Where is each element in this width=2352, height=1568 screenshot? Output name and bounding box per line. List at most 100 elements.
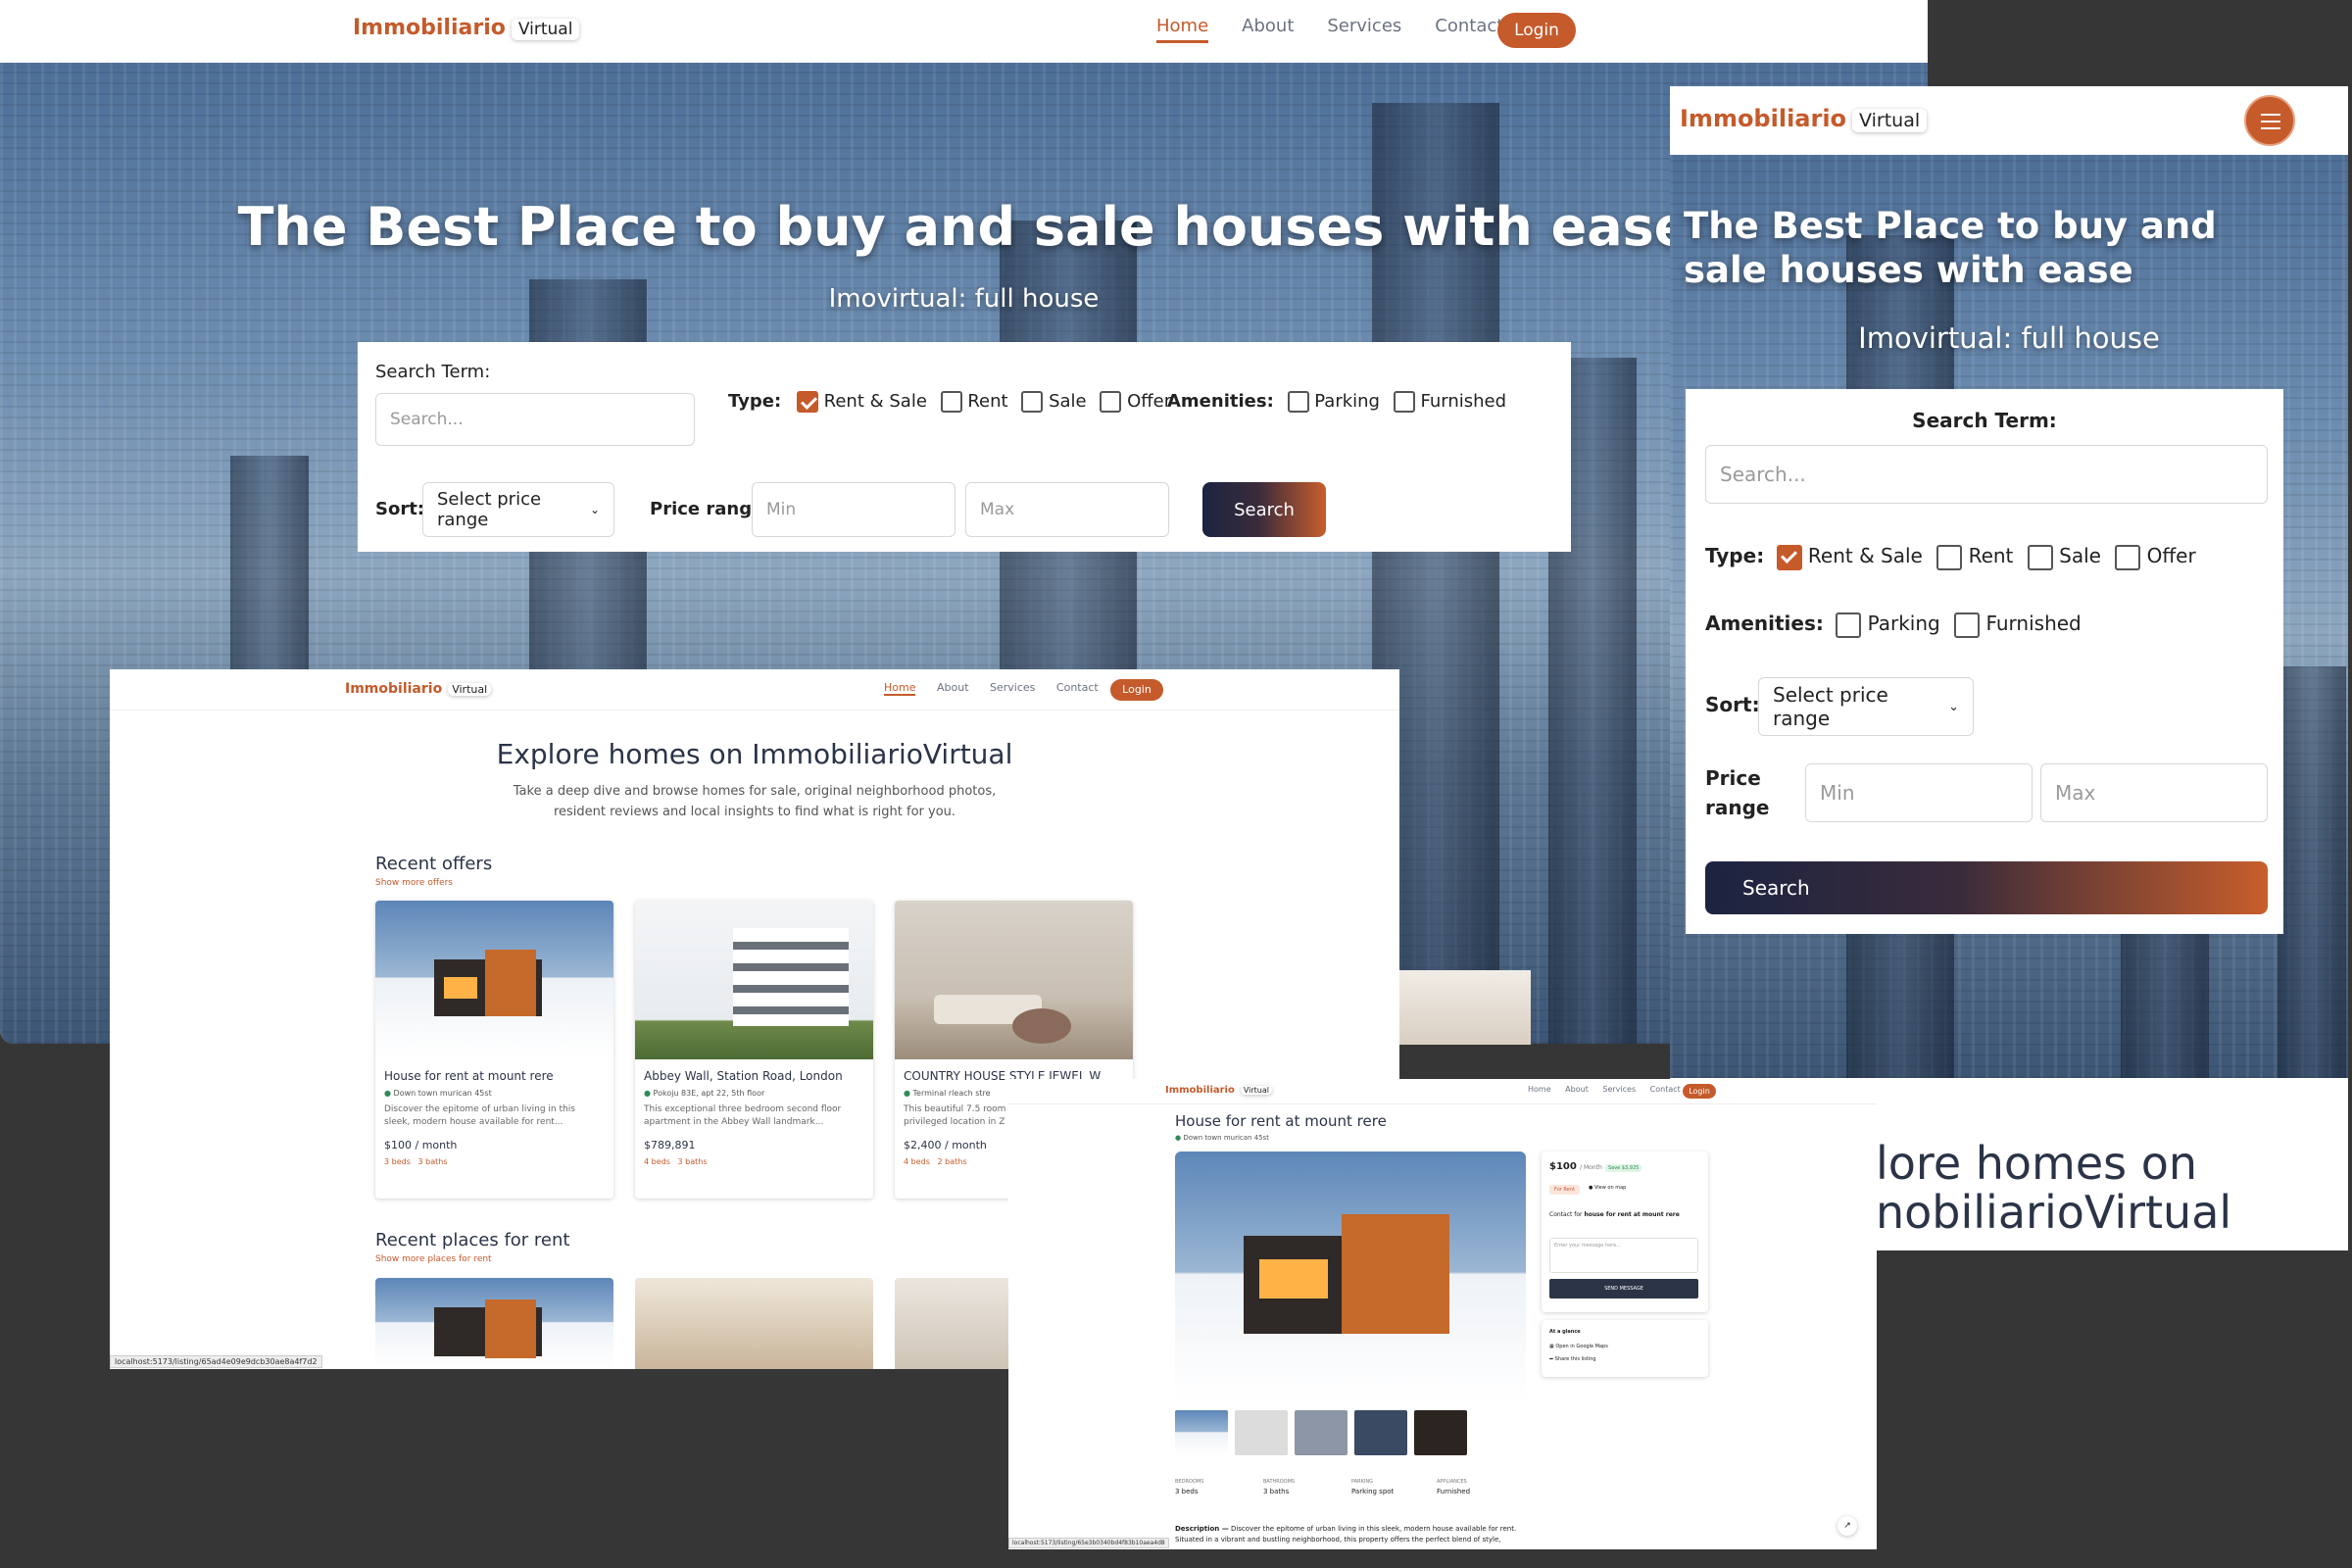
explore-description: Take a deep dive and browse homes for sa… (513, 784, 997, 819)
share-icon: ↗ (1843, 1521, 1851, 1531)
nav-links: Home About Services Contact (1528, 1085, 1681, 1094)
listing-location: ● Pokoju 83E, apt 22, 5th floor (644, 1089, 765, 1098)
gallery-thumbnail[interactable] (1235, 1410, 1288, 1455)
checkbox-offer[interactable] (1100, 391, 1122, 413)
gallery-thumbnail[interactable] (1295, 1410, 1348, 1455)
nav-about[interactable]: About (937, 681, 969, 694)
detail-navbar: Immobiliario Virtual Home About Services … (1008, 1079, 1877, 1104)
send-message-button[interactable]: SEND MESSAGE (1549, 1279, 1698, 1298)
sort-select[interactable]: Select price range ⌄ (1758, 677, 1974, 736)
nav-contact[interactable]: Contact (1650, 1085, 1681, 1094)
checkbox-offer[interactable] (2115, 544, 2141, 570)
amenities-filter: Amenities: Parking Furnished (1167, 391, 1507, 413)
listing-features: 4 beds 3 baths (644, 1157, 708, 1166)
listing-location: ● Down town murican 45st (384, 1089, 492, 1098)
search-input[interactable]: Search... (1705, 445, 2268, 504)
listing-image[interactable] (375, 1278, 613, 1369)
min-price-input[interactable]: Min (1805, 763, 2033, 822)
location-pin-icon: ● (644, 1089, 651, 1098)
detail-title: House for rent at mount rere (1175, 1112, 1387, 1130)
hero-title: The Best Place to buy and sale houses wi… (237, 196, 1690, 258)
listing-card[interactable]: House for rent at mount rere ● Down town… (375, 901, 613, 1199)
search-term-label: Search Term: (375, 362, 491, 382)
search-term-label: Search Term: (1912, 409, 2057, 432)
nav-home[interactable]: Home (1528, 1085, 1551, 1094)
checkbox-sale[interactable] (1021, 391, 1044, 413)
hamburger-menu-icon[interactable] (2244, 95, 2295, 146)
checkbox-parking[interactable] (1287, 391, 1309, 413)
mobile-navbar: Immobiliario Virtual (1670, 86, 2348, 155)
explore-title: Explore homes on ImmobiliarioVirtual (496, 738, 1013, 770)
search-panel: Search Term: Search... Type: Rent & Sale… (1686, 389, 2283, 934)
checkbox-parking[interactable] (1836, 612, 1862, 638)
contact-heading: Contact for house for rent at mount rere (1549, 1211, 1680, 1218)
thumbnail-gallery (1175, 1410, 1489, 1457)
nav-contact[interactable]: Contact (1435, 16, 1503, 36)
listing-description: Discover the epitome of urban living in … (384, 1104, 575, 1127)
detail-description: Description — Discover the epitome of ur… (1175, 1525, 1517, 1544)
nav-services[interactable]: Services (1602, 1085, 1636, 1094)
listings-navbar: Immobiliario Virtual Home About Services … (110, 669, 1399, 710)
checkbox-rent[interactable] (940, 391, 962, 413)
status-bar-url: localhost:5173/listing/65ad4e09e9dcb30ae… (110, 1355, 322, 1368)
nav-home[interactable]: Home (884, 681, 916, 696)
message-textarea[interactable]: Enter your message here... (1549, 1238, 1698, 1273)
max-price-input[interactable]: Max (965, 482, 1169, 537)
listing-image[interactable] (635, 1278, 873, 1369)
detail-price: $100 (1549, 1161, 1577, 1172)
show-more-rent-link[interactable]: Show more places for rent (375, 1254, 492, 1264)
map-pin-icon: ● (1589, 1185, 1593, 1191)
checkbox-rent[interactable] (1936, 544, 1963, 570)
logo[interactable]: Immobiliario Virtual (1680, 105, 1928, 132)
amenities-label: Amenities: (1167, 391, 1274, 412)
nav-home[interactable]: Home (1156, 16, 1209, 43)
logo[interactable]: Immobiliario Virtual (353, 16, 580, 40)
search-button[interactable]: Search (1202, 482, 1326, 537)
logo[interactable]: Immobiliario Virtual (345, 681, 492, 697)
nav-contact[interactable]: Contact (1056, 681, 1099, 694)
chevron-down-icon: ⌄ (589, 503, 600, 516)
checkbox-furnished[interactable] (1954, 612, 1981, 638)
type-label: Type: (728, 391, 782, 412)
view-on-map-link[interactable]: ● View on map (1589, 1185, 1626, 1191)
login-button[interactable]: Login (1497, 13, 1576, 48)
sort-label: Sort: (1705, 693, 1760, 716)
main-listing-image[interactable] (1175, 1152, 1526, 1402)
nav-about[interactable]: About (1242, 16, 1294, 36)
logo[interactable]: Immobiliario Virtual (1165, 1085, 1272, 1096)
for-rent-badge: For Rent (1549, 1185, 1580, 1195)
gallery-thumbnail[interactable] (1354, 1410, 1407, 1455)
nav-about[interactable]: About (1565, 1085, 1589, 1094)
checkbox-furnished[interactable] (1393, 391, 1415, 413)
location-pin-icon: ● (1175, 1134, 1182, 1142)
nav-services[interactable]: Services (1327, 16, 1401, 36)
login-button[interactable]: Login (1110, 679, 1163, 701)
hero-subtitle: Imovirtual: full house (828, 284, 1100, 314)
nav-services[interactable]: Services (990, 681, 1035, 694)
listing-title: Abbey Wall, Station Road, London (644, 1069, 843, 1083)
checkbox-rent-sale[interactable] (1776, 544, 1802, 570)
search-input[interactable]: Search... (375, 393, 695, 446)
show-more-offers-link[interactable]: Show more offers (375, 878, 453, 888)
max-price-input[interactable]: Max (2040, 763, 2268, 822)
open-google-maps-link[interactable]: ▦ Open in Google Maps (1549, 1344, 1608, 1349)
listing-title: House for rent at mount rere (384, 1069, 554, 1083)
listing-price: $789,891 (644, 1139, 696, 1152)
save-badge: Save $3,925 (1604, 1164, 1642, 1172)
min-price-input[interactable]: Min (752, 482, 956, 537)
search-button[interactable]: Search (1705, 861, 2268, 914)
listing-card[interactable]: Abbey Wall, Station Road, London ● Pokoj… (635, 901, 873, 1199)
login-button[interactable]: Login (1683, 1084, 1716, 1099)
share-fab[interactable]: ↗ (1838, 1516, 1857, 1536)
checkbox-sale[interactable] (2027, 544, 2053, 570)
listing-price: $100 / month (384, 1139, 458, 1152)
gallery-thumbnail[interactable] (1175, 1410, 1228, 1455)
share-listing-link[interactable]: ➦ Share this listing (1549, 1356, 1596, 1362)
gallery-thumbnail[interactable] (1414, 1410, 1467, 1455)
chevron-down-icon: ⌄ (1948, 699, 1959, 714)
checkbox-rent-sale[interactable] (796, 391, 818, 413)
contact-panel: $100 / Month Save $3,925 For Rent ● View… (1542, 1152, 1708, 1312)
listing-features: 3 beds 3 baths (384, 1157, 448, 1166)
amenities-filter: Amenities: Parking Furnished (1705, 612, 2082, 638)
sort-select[interactable]: Select price range ⌄ (422, 482, 614, 537)
